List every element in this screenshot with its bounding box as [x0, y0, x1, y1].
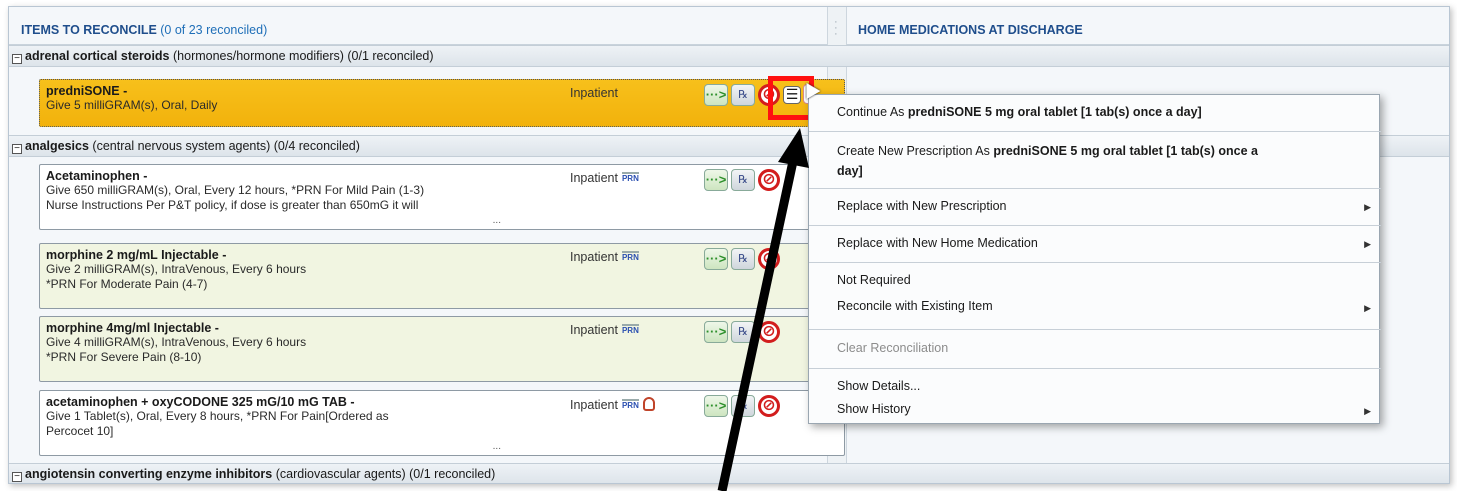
- annotation-arrow-shaft: [717, 151, 800, 491]
- annotation-arrow: [717, 128, 809, 491]
- annotation-arrow-head: [778, 128, 809, 168]
